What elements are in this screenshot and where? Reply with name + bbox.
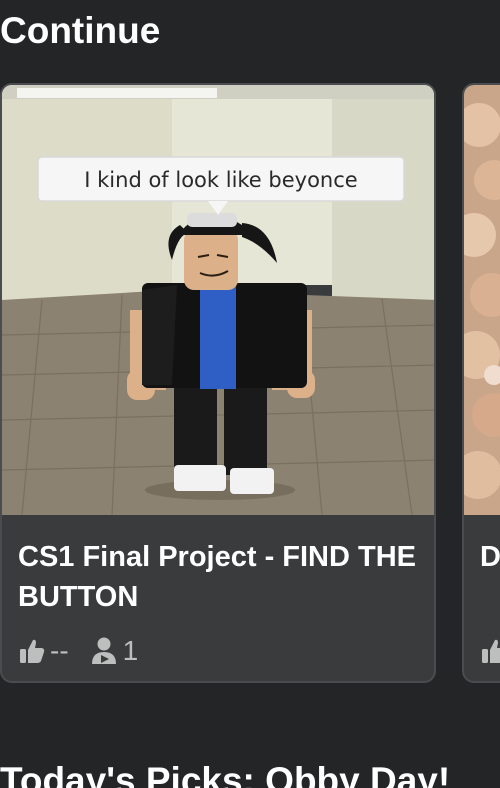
player-count: 1: [122, 635, 139, 666]
game-card[interactable]: I kind of look like beyonce CS1 Final Pr…: [0, 83, 436, 683]
thumbs-up-icon: [482, 639, 500, 663]
player-count-icon: [91, 637, 116, 664]
game-thumbnail: I kind of look like beyonce: [2, 85, 434, 515]
game-thumbnail: [464, 85, 500, 515]
like-stat: --: [18, 635, 69, 667]
game-stats: -- 1: [18, 633, 138, 669]
game-stats: [480, 633, 500, 669]
thumbnail-caption: I kind of look like beyonce: [84, 168, 357, 192]
game-title: CS1 Final Project - FIND THE BUTTON: [18, 541, 416, 613]
section-title-todays-picks: Today's Picks: Obby Day!: [0, 760, 451, 788]
player-stat: 1: [89, 635, 139, 667]
like-stat: [480, 637, 500, 665]
section-title-continue: Continue: [0, 10, 161, 51]
thumbs-up-icon: [20, 639, 45, 663]
like-count: --: [50, 635, 69, 666]
game-title: D: [480, 541, 500, 573]
home-page: Continue I kind of look like beyonce CS1…: [0, 0, 500, 788]
game-card[interactable]: D: [462, 83, 500, 683]
